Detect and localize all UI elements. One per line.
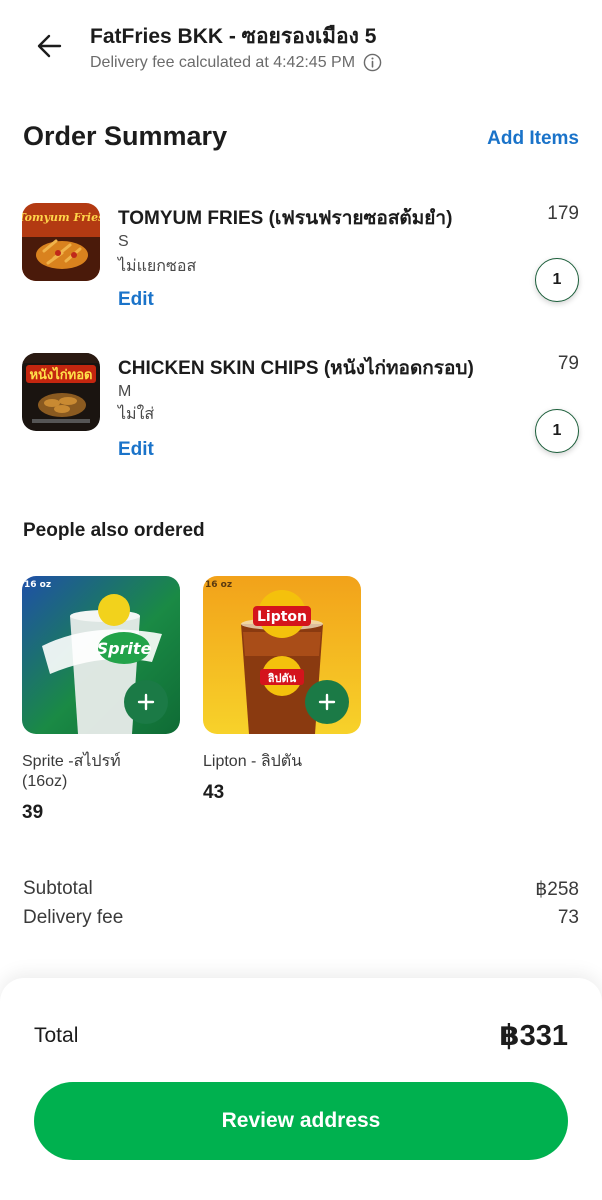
delivery-fee-label: Delivery fee (23, 907, 124, 928)
add-lipton-button[interactable] (305, 680, 349, 724)
store-name: FatFries BKK - ซอยรองเมือง 5 (90, 25, 377, 48)
delivery-fee-value: 73 (557, 907, 579, 928)
recommendation-price: 43 (203, 782, 225, 803)
item-edit-link[interactable]: Edit (118, 439, 154, 461)
sprite-size-badge: 16 oz (24, 580, 51, 590)
recommendation-price: 39 (22, 802, 44, 823)
header: FatFries BKK - ซอยรองเมือง 5 Delivery fe… (0, 0, 602, 90)
add-items-link[interactable]: Add Items (487, 128, 579, 150)
delivery-fee-note: Delivery fee calculated at 4:42:45 PM (90, 53, 382, 72)
quantity-button[interactable]: 1 (535, 409, 579, 453)
item-edit-link[interactable]: Edit (118, 289, 154, 311)
item-image-tomyum-fries: Tomyum Fries (22, 203, 100, 281)
people-also-ordered-title: People also ordered (23, 520, 205, 541)
item-size: S (118, 233, 129, 250)
arrow-left-icon (37, 34, 62, 58)
plus-icon (137, 693, 155, 711)
lipton-image: Lipton ลิปตัน 16 oz (203, 576, 361, 734)
quantity-button[interactable]: 1 (535, 258, 579, 302)
info-icon[interactable] (363, 53, 382, 72)
review-address-button[interactable]: Review address (34, 1082, 568, 1160)
delivery-fee-row: Delivery fee 73 (23, 907, 579, 929)
total-value: ฿331 (499, 1020, 568, 1052)
recommendation-card-lipton[interactable]: Lipton ลิปตัน 16 oz Lipton - ลิปตัน 43 (203, 576, 361, 804)
add-sprite-button[interactable] (124, 680, 168, 724)
cart-item: หนังไก่ทอด CHICKEN SKIN CHIPS (หนังไก่ทอ… (0, 353, 602, 483)
checkout-sheet: Total ฿331 Review address (0, 978, 602, 1200)
total-label: Total (34, 1024, 79, 1047)
subtotal-row: Subtotal ฿258 (23, 878, 579, 901)
plus-icon (318, 693, 336, 711)
chicken-skin-logo-text: หนังไก่ทอด (29, 366, 92, 383)
tomyum-fries-logo-text: Tomyum Fries (22, 211, 100, 224)
recommendation-name: Lipton - ลิปตัน (203, 753, 303, 770)
sprite-logo-text: Sprite (97, 639, 152, 658)
item-price: 79 (557, 353, 579, 374)
cart-item: Tomyum Fries TOMYUM FRIES (เฟรนฟรายซอสต้… (0, 203, 602, 333)
item-name: TOMYUM FRIES (เฟรนฟรายซอสต้มยำ) (118, 208, 453, 229)
sprite-image: Sprite 16 oz (22, 576, 180, 734)
item-option: ไม่ใส่ (118, 406, 155, 423)
item-price: 179 (547, 203, 579, 224)
lipton-logo-text: Lipton (257, 609, 307, 625)
item-image-chicken-skin-chips: หนังไก่ทอด (22, 353, 100, 431)
lipton-size-badge: 16 oz (205, 580, 232, 590)
back-button[interactable] (30, 26, 70, 66)
delivery-fee-note-text: Delivery fee calculated at 4:42:45 PM (90, 53, 356, 71)
subtotal-label: Subtotal (23, 878, 93, 899)
subtotal-value: ฿258 (535, 879, 579, 900)
order-summary-title: Order Summary (23, 121, 228, 151)
item-option: ไม่แยกซอส (118, 258, 197, 275)
item-size: M (118, 383, 132, 400)
recommendation-card-sprite[interactable]: Sprite 16 oz Sprite -สไปรท์ (16oz) 39 (22, 576, 180, 824)
recommendation-name: Sprite -สไปรท์ (16oz) (22, 753, 121, 790)
lipton-thai-logo-text: ลิปตัน (268, 672, 297, 685)
item-name: CHICKEN SKIN CHIPS (หนังไก่ทอดกรอบ) (118, 358, 474, 379)
